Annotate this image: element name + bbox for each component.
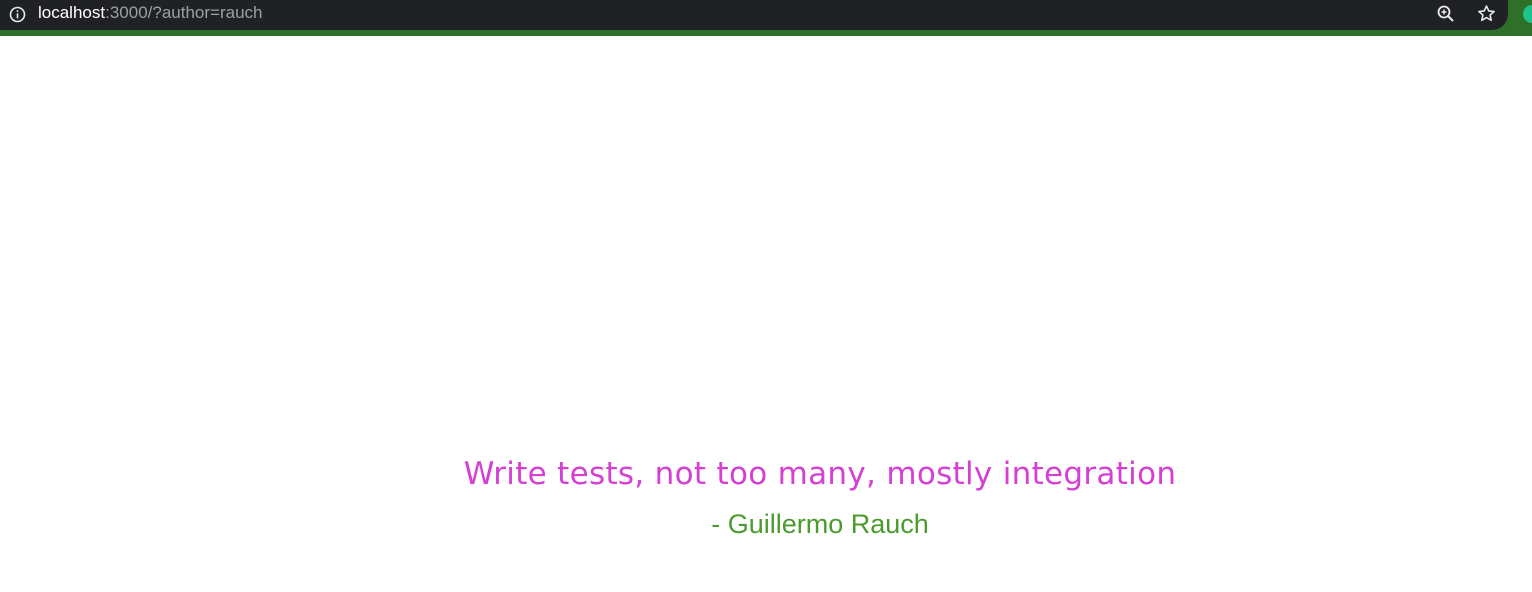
url-path: :3000/?author=rauch: [105, 3, 263, 22]
address-bar[interactable]: localhost:3000/?author=rauch: [0, 0, 1508, 30]
quote-text: Write tests, not too many, mostly integr…: [463, 456, 1177, 492]
browser-toolbar: localhost:3000/?author=rauch: [0, 0, 1532, 36]
url-text[interactable]: localhost:3000/?author=rauch: [38, 3, 262, 23]
star-icon[interactable]: [1476, 3, 1497, 24]
info-icon[interactable]: [9, 6, 26, 23]
extension-icon[interactable]: [1523, 5, 1532, 23]
quote-author: - Guillermo Rauch: [711, 509, 929, 539]
page-content: Write tests, not too many, mostly integr…: [0, 36, 1532, 592]
zoom-icon[interactable]: [1436, 4, 1456, 24]
url-host: localhost: [38, 3, 106, 22]
